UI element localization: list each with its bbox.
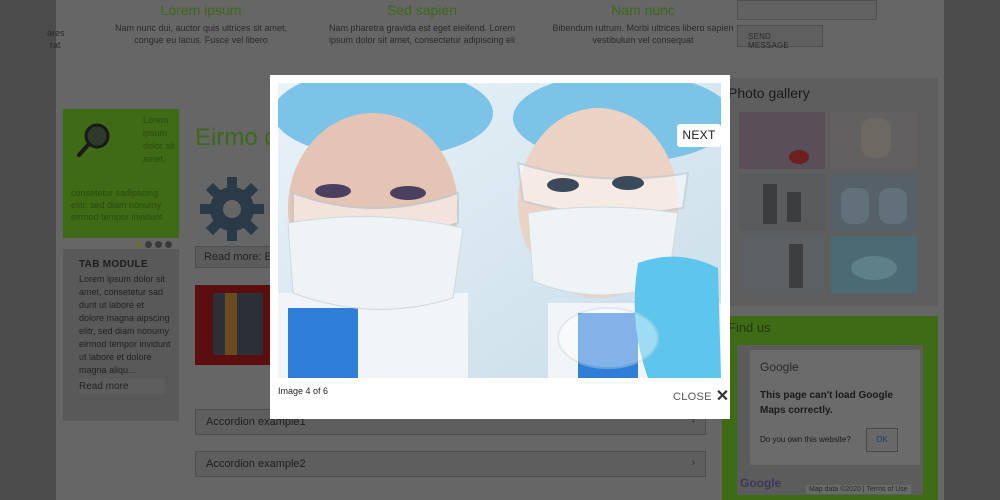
feature-block: Lorem ipsum Nam nunc dui, auctor quis ul… (101, 2, 301, 46)
gallery-title: Photo gallery (728, 85, 810, 101)
google-badge[interactable]: Google (740, 476, 781, 490)
feature-fragment: ares (47, 28, 65, 38)
slide-text: Lorem ipsum dolor sit amet, (143, 115, 175, 164)
map-ok-button[interactable]: OK (866, 428, 898, 452)
chevron-right-icon: › (691, 457, 695, 469)
feature-title[interactable]: Nam nunc (543, 2, 743, 18)
article-title[interactable]: Eirmo d (195, 124, 278, 152)
tab-module: TAB MODULE Lorem ipsum dolor sit amet, c… (63, 249, 179, 421)
article-image (195, 285, 275, 365)
google-logo: Google (760, 360, 799, 374)
feature-fragment: rat (50, 40, 61, 50)
feature-title[interactable]: Sed sapien (322, 2, 522, 18)
feature-text: Bibendum rutrum. Morbi ultrices libero s… (552, 23, 734, 45)
send-message-button[interactable]: SEND MESSAGE (737, 25, 823, 50)
close-label: CLOSE (673, 391, 712, 403)
accordion-label: Accordion example2 (206, 458, 306, 470)
read-more-button[interactable]: Read more (79, 379, 165, 394)
gallery-thumbnail[interactable] (739, 112, 825, 169)
message-textarea[interactable] (737, 0, 877, 20)
map-error-dialog: Google This page can't load Google Maps … (750, 350, 920, 465)
gear-icon (200, 177, 264, 241)
gallery-thumbnail[interactable] (739, 236, 825, 293)
accordion-item[interactable]: Accordion example2 › (195, 451, 706, 477)
feature-title[interactable]: Lorem ipsum (101, 2, 301, 18)
slideshow-module: Lorem ipsum dolor sit amet, consetetur s… (63, 109, 179, 238)
feature-text: Nam pharetra gravida est eget eleifend. … (328, 23, 516, 45)
right-gutter (944, 0, 1000, 500)
tab-module-text: Lorem ipsum dolor sit amet, consetetur s… (79, 274, 171, 375)
map-error-message: This page can't load Google Maps correct… (760, 390, 893, 416)
image-counter: Image 4 of 6 (278, 386, 329, 396)
find-us-title: Find us (728, 320, 771, 335)
map-attribution[interactable]: Map data ©2020 | Terms of Use (806, 485, 911, 494)
gallery-thumbnail[interactable] (831, 112, 917, 169)
tab-module-title: TAB MODULE (79, 259, 148, 270)
map-owner-question: Do you own this website? (760, 435, 851, 444)
gallery-thumbnail[interactable] (739, 174, 825, 231)
gallery-thumbnail[interactable] (831, 236, 917, 293)
slide-text: consetetur sadipscing elitr, sed diam no… (71, 188, 163, 222)
slide-dot[interactable] (165, 241, 172, 248)
lightbox-image (278, 83, 721, 378)
feature-block: Nam nunc Bibendum rutrum. Morbi ultrices… (543, 2, 743, 46)
lightbox-close-button[interactable]: CLOSE ✕ (673, 388, 730, 405)
lightbox-dialog (270, 75, 730, 419)
left-gutter (0, 0, 56, 500)
feature-block: Sed sapien Nam pharetra gravida est eget… (322, 2, 522, 46)
feature-text: Nam nunc dui, auctor quis ultrices sit a… (114, 23, 288, 45)
magnifier-icon (77, 123, 110, 157)
slide-dot[interactable] (155, 241, 162, 248)
close-icon: ✕ (715, 388, 730, 405)
slide-pagination (135, 241, 172, 248)
slide-dot[interactable] (135, 241, 142, 248)
gallery-thumbnail[interactable] (831, 174, 917, 231)
slide-dot[interactable] (145, 241, 152, 248)
lightbox-next-button[interactable]: NEXT (677, 124, 721, 147)
